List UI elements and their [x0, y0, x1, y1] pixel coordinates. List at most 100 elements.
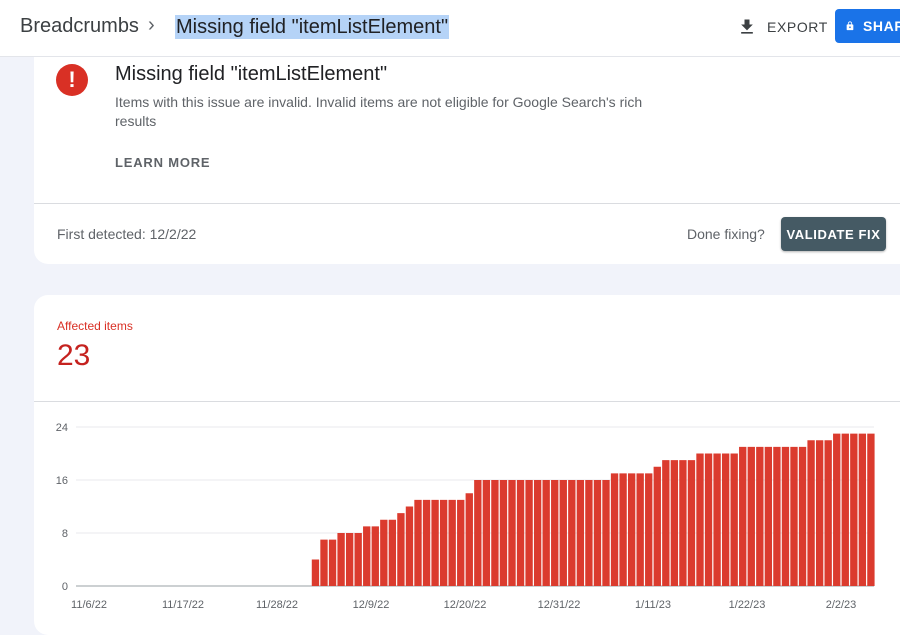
chart-bar[interactable] [798, 446, 807, 586]
chart-bar[interactable] [474, 480, 482, 586]
chevron-right-icon: › [148, 14, 155, 36]
issue-description: Items with this issue are invalid. Inval… [115, 94, 643, 129]
chart-bar[interactable] [576, 480, 585, 586]
chart-bar[interactable] [448, 499, 456, 586]
top-bar: Breadcrumbs › Missing field "itemListEle… [0, 0, 900, 57]
chart-bar[interactable] [457, 499, 465, 586]
lock-icon [846, 21, 854, 31]
chart-bar[interactable] [653, 466, 661, 586]
chart-bar[interactable] [491, 480, 499, 586]
chart-bar[interactable] [508, 480, 516, 586]
x-tick-label: 2/2/23 [826, 599, 857, 611]
chart-bar[interactable] [431, 499, 439, 586]
x-tick-label: 11/6/22 [71, 599, 107, 611]
x-tick-label: 12/20/22 [444, 599, 487, 611]
chart-bar[interactable] [764, 446, 773, 586]
chart-bar[interactable] [414, 499, 422, 586]
y-tick-label: 24 [56, 422, 68, 434]
chart-bar[interactable] [525, 480, 533, 586]
export-button[interactable]: EXPORT [737, 14, 828, 40]
chart-bar[interactable] [756, 446, 764, 586]
chart-bar[interactable] [337, 533, 345, 586]
chart-bar[interactable] [482, 480, 491, 586]
x-tick-label: 11/17/22 [162, 599, 204, 611]
chart-bar[interactable] [696, 453, 704, 587]
chart-bar[interactable] [739, 446, 747, 586]
chart-bar[interactable] [422, 499, 431, 586]
issue-card: ! Missing field "itemListElement" Items … [34, 40, 900, 264]
issue-title: Missing field "itemListElement" [115, 63, 388, 85]
validate-fix-button[interactable]: VALIDATE FIX [781, 217, 886, 251]
chart-bar[interactable] [439, 499, 448, 586]
chart-bar[interactable] [687, 460, 696, 586]
chart-bar[interactable] [713, 453, 721, 587]
affected-items-card: Affected items 23 24 16 8 0 11/6/22 11/17/22 1… [34, 295, 900, 635]
chart-bar[interactable] [363, 526, 371, 586]
chart-bar[interactable] [850, 433, 858, 586]
chart-bar[interactable] [867, 433, 875, 586]
first-detected-text: First detected: 12/2/22 [57, 226, 197, 242]
chart-bar[interactable] [559, 480, 567, 586]
error-icon: ! [56, 64, 88, 96]
chart-bar[interactable] [311, 559, 320, 587]
x-tick-label: 12/31/22 [538, 599, 581, 611]
chart-bar[interactable] [824, 440, 832, 586]
chart-bar[interactable] [636, 473, 644, 586]
x-tick-label: 1/11/23 [635, 599, 671, 611]
chart-bar[interactable] [602, 480, 610, 586]
y-tick-label: 16 [56, 475, 68, 487]
chart-bar[interactable] [781, 446, 790, 586]
chart-bar[interactable] [773, 446, 781, 586]
chart-bar[interactable] [704, 453, 713, 587]
chart-bar[interactable] [320, 539, 328, 586]
chart-bar[interactable] [645, 473, 653, 586]
divider [34, 203, 900, 204]
chart-bar[interactable] [585, 480, 593, 586]
chart-bar[interactable] [815, 440, 824, 586]
affected-items-chart: 24 16 8 011/6/22 11/17/22 11/28/22 12/9/22 12/2… [56, 422, 875, 611]
chart-bar[interactable] [371, 526, 379, 586]
export-label: EXPORT [767, 19, 828, 35]
chart-bar[interactable] [499, 480, 508, 586]
y-tick-label: 0 [62, 581, 68, 593]
chart-bar[interactable] [841, 433, 849, 586]
share-label: SHARE [862, 18, 900, 34]
chart-bar[interactable] [328, 539, 337, 586]
chart-bar[interactable] [533, 480, 542, 586]
chart-bar[interactable] [833, 433, 841, 586]
chart-bar[interactable] [670, 460, 679, 586]
chart-bar[interactable] [542, 480, 550, 586]
share-button[interactable]: SHARE [835, 9, 900, 43]
download-icon [741, 19, 753, 34]
breadcrumb-root[interactable]: Breadcrumbs [20, 15, 139, 38]
chart-bar[interactable] [345, 533, 354, 586]
chart-bar[interactable] [388, 519, 397, 586]
chart-bar[interactable] [397, 513, 405, 586]
x-tick-label: 12/9/22 [353, 599, 390, 611]
chart-bar[interactable] [551, 480, 559, 586]
chart-bar[interactable] [858, 433, 867, 586]
chart-bar[interactable] [380, 519, 388, 586]
chart-bar[interactable] [354, 533, 362, 586]
chart-bar[interactable] [679, 460, 687, 586]
x-tick-label: 1/22/23 [729, 599, 766, 611]
chart-bar[interactable] [790, 446, 798, 586]
done-fixing-text: Done fixing? [687, 226, 765, 242]
chart-bar[interactable] [619, 473, 627, 586]
chart-bar[interactable] [721, 453, 730, 587]
x-tick-label: 11/28/22 [256, 599, 298, 611]
chart-bar[interactable] [568, 480, 576, 586]
chart-bar[interactable] [405, 506, 414, 587]
chart-bar[interactable] [593, 480, 602, 586]
chart-bar[interactable] [610, 473, 619, 586]
chart-bar[interactable] [627, 473, 636, 586]
chart-bar[interactable] [730, 453, 738, 587]
y-tick-label: 8 [62, 528, 68, 540]
chart-bar[interactable] [747, 446, 755, 586]
chart-bar[interactable] [807, 440, 815, 586]
chart-bar[interactable] [465, 493, 473, 586]
chart-bar[interactable] [516, 480, 525, 586]
learn-more-link[interactable]: LEARN MORE [115, 155, 210, 170]
breadcrumb-current: Missing field "itemListElement" [175, 15, 450, 39]
chart-bar[interactable] [662, 460, 670, 586]
